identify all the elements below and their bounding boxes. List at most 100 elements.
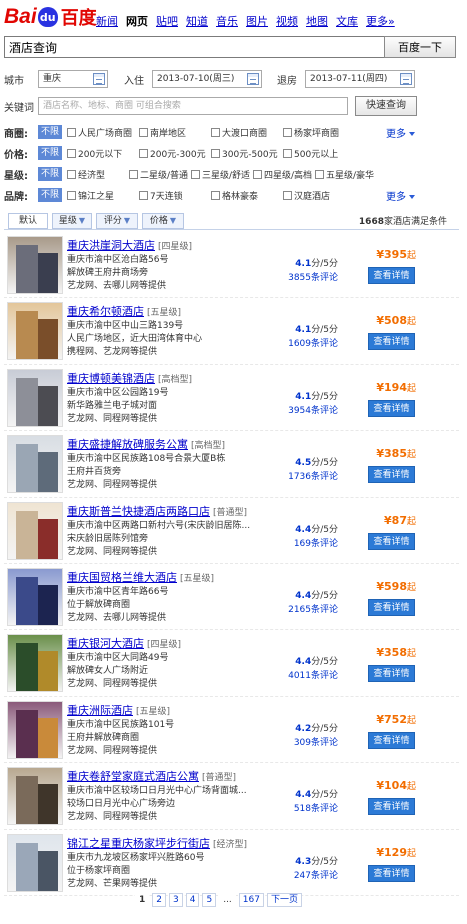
hotel-name-link[interactable]: 重庆希尔顿酒店: [67, 305, 144, 318]
checkbox[interactable]: [139, 148, 149, 158]
filter-option[interactable]: 500元以上: [283, 147, 355, 160]
filter-option[interactable]: 四星级/高档: [253, 168, 315, 181]
view-details-button[interactable]: 查看详情: [368, 333, 415, 351]
page-link[interactable]: 2: [152, 893, 166, 907]
nav-link[interactable]: 音乐: [216, 13, 238, 29]
quick-search-button[interactable]: 快速查询: [355, 96, 417, 116]
hotel-reviews-link[interactable]: 518条评论: [266, 801, 338, 814]
more-link[interactable]: 更多: [386, 188, 415, 203]
hotel-photo[interactable]: [7, 767, 63, 826]
checkbox[interactable]: [211, 190, 221, 200]
checkbox[interactable]: [139, 190, 149, 200]
checkbox[interactable]: [67, 127, 77, 137]
hotel-name-link[interactable]: 重庆国贸格兰维大酒店: [67, 571, 177, 584]
checkbox[interactable]: [129, 169, 139, 179]
hotel-reviews-link[interactable]: 1736条评论: [266, 469, 338, 482]
sort-star[interactable]: 星级 ▼: [52, 213, 92, 229]
hotel-name-link[interactable]: 重庆博顿美锦酒店: [67, 372, 155, 385]
hotel-reviews-link[interactable]: 3954条评论: [266, 403, 338, 416]
calendar-icon[interactable]: [400, 73, 412, 85]
hotel-photo[interactable]: [7, 368, 63, 427]
hotel-photo[interactable]: [7, 634, 63, 693]
page-link[interactable]: 1: [135, 893, 150, 907]
checkbox[interactable]: [283, 190, 293, 200]
filter-unlimited[interactable]: 不限: [38, 146, 63, 160]
hotel-photo[interactable]: [7, 567, 63, 626]
nav-link[interactable]: 贴吧: [156, 13, 178, 29]
hotel-photo[interactable]: [7, 501, 63, 560]
keyword-input[interactable]: 酒店名称、地标、商圈 可组合搜索: [38, 97, 348, 115]
hotel-photo[interactable]: [7, 302, 63, 361]
hotel-photo[interactable]: [7, 700, 63, 759]
city-field[interactable]: 重庆: [38, 70, 108, 88]
calendar-icon[interactable]: [93, 73, 105, 85]
filter-option[interactable]: 杨家坪商圈: [283, 126, 355, 139]
filter-unlimited[interactable]: 不限: [38, 167, 63, 181]
nav-link[interactable]: 图片: [246, 13, 268, 29]
view-details-button[interactable]: 查看详情: [368, 466, 415, 484]
hotel-name-link[interactable]: 锦江之星重庆杨家坪步行街店: [67, 837, 210, 850]
checkbox[interactable]: [67, 169, 77, 179]
filter-unlimited[interactable]: 不限: [38, 188, 63, 202]
checkout-field[interactable]: 2013-07-11(周四): [305, 70, 415, 88]
nav-link[interactable]: 文库: [336, 13, 358, 29]
checkbox[interactable]: [315, 169, 325, 179]
checkin-field[interactable]: 2013-07-10(周三): [152, 70, 262, 88]
view-details-button[interactable]: 查看详情: [368, 598, 415, 616]
hotel-reviews-link[interactable]: 169条评论: [266, 536, 338, 549]
hotel-name-link[interactable]: 重庆斯普兰快捷酒店两路口店: [67, 505, 210, 518]
hotel-photo[interactable]: [7, 833, 63, 892]
view-details-button[interactable]: 查看详情: [368, 798, 415, 816]
hotel-photo[interactable]: [7, 236, 63, 294]
filter-option[interactable]: 五星级/豪华: [315, 168, 377, 181]
view-details-button[interactable]: 查看详情: [368, 399, 415, 417]
page-link[interactable]: 3: [169, 893, 183, 907]
filter-option[interactable]: 经济型: [67, 168, 129, 181]
next-page-link[interactable]: 下一页: [266, 893, 302, 907]
hotel-reviews-link[interactable]: 4011条评论: [266, 668, 338, 681]
view-details-button[interactable]: 查看详情: [368, 731, 415, 749]
checkbox[interactable]: [191, 169, 201, 179]
hotel-reviews-link[interactable]: 1609条评论: [266, 336, 338, 349]
hotel-photo[interactable]: [7, 435, 63, 494]
nav-link[interactable]: 更多»: [366, 13, 395, 29]
view-details-button[interactable]: 查看详情: [368, 532, 415, 550]
sort-price[interactable]: 价格 ▼: [142, 213, 184, 229]
hotel-name-link[interactable]: 重庆银河大酒店: [67, 637, 144, 650]
view-details-button[interactable]: 查看详情: [368, 864, 415, 882]
filter-option[interactable]: 人民广场商圈: [67, 126, 139, 139]
checkbox[interactable]: [211, 148, 221, 158]
checkbox[interactable]: [67, 190, 77, 200]
sort-default[interactable]: 默认: [8, 213, 48, 229]
hotel-name-link[interactable]: 重庆洪崖洞大酒店: [67, 239, 155, 252]
search-button[interactable]: 百度一下: [384, 36, 456, 58]
checkbox[interactable]: [253, 169, 263, 179]
checkbox[interactable]: [211, 127, 221, 137]
hotel-name-link[interactable]: 重庆盛捷解放碑服务公寓: [67, 438, 188, 451]
page-link[interactable]: 4: [185, 893, 200, 907]
filter-option[interactable]: 200元以下: [67, 147, 139, 160]
nav-link[interactable]: 知道: [186, 13, 208, 29]
page-link[interactable]: 5: [202, 893, 217, 907]
hotel-reviews-link[interactable]: 2165条评论: [266, 602, 338, 615]
sort-score[interactable]: 评分 ▼: [96, 213, 138, 229]
filter-option[interactable]: 格林豪泰: [211, 189, 283, 202]
more-link[interactable]: 更多: [386, 125, 415, 140]
hotel-name-link[interactable]: 重庆洲际酒店: [67, 704, 133, 717]
checkbox[interactable]: [283, 148, 293, 158]
hotel-reviews-link[interactable]: 3855条评论: [266, 270, 338, 283]
checkbox[interactable]: [283, 127, 293, 137]
view-details-button[interactable]: 查看详情: [368, 267, 415, 284]
hotel-reviews-link[interactable]: 247条评论: [266, 868, 338, 881]
hotel-name-link[interactable]: 重庆卷舒堂家庭式酒店公寓: [67, 770, 199, 783]
filter-option[interactable]: 汉庭酒店: [283, 189, 355, 202]
nav-link[interactable]: 新闻: [96, 13, 118, 29]
calendar-icon[interactable]: [247, 73, 259, 85]
filter-option[interactable]: 300元-500元: [211, 147, 283, 160]
hotel-reviews-link[interactable]: 309条评论: [266, 735, 338, 748]
checkbox[interactable]: [67, 148, 77, 158]
filter-option[interactable]: 二星级/普通: [129, 168, 191, 181]
filter-option[interactable]: 锦江之星: [67, 189, 139, 202]
nav-link[interactable]: 网页: [126, 13, 148, 29]
search-input[interactable]: [4, 36, 384, 58]
